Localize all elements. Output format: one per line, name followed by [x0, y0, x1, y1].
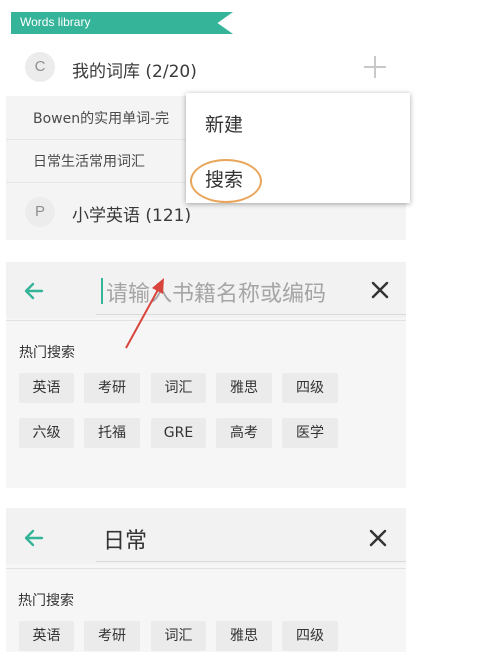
input-underline: [96, 561, 406, 562]
hot-search-chip[interactable]: 词汇: [151, 373, 206, 403]
primary-english-title[interactable]: 小学英语 (121): [72, 201, 191, 226]
close-icon[interactable]: [369, 279, 391, 301]
hot-search-chip[interactable]: 四级: [282, 373, 338, 403]
hot-search-chip[interactable]: GRE: [151, 418, 206, 448]
annotation-arrow: [125, 278, 164, 349]
search-panel-empty: 请输入书籍名称或编码 热门搜索 英语 考研 词汇 雅思 四级 六级 托福 GRE…: [6, 262, 406, 488]
hot-search-chip[interactable]: 雅思: [216, 373, 272, 403]
hot-search-chip[interactable]: 六级: [19, 418, 74, 448]
hot-search-title: 热门搜索: [18, 593, 74, 609]
hot-search-chip[interactable]: 雅思: [216, 621, 272, 651]
hot-search-chip[interactable]: 英语: [19, 373, 74, 403]
my-library-title[interactable]: 我的词库 (2/20): [72, 57, 197, 82]
list-item[interactable]: Bowen的实用单词-完: [33, 108, 181, 128]
search-bar: 请输入书籍名称或编码: [6, 262, 406, 318]
hot-search-chip[interactable]: 医学: [282, 418, 338, 448]
menu-item-new[interactable]: 新建: [205, 110, 243, 137]
plus-icon[interactable]: [364, 56, 386, 78]
words-library-banner: Words library: [11, 12, 233, 34]
hot-search-chip[interactable]: 考研: [84, 373, 140, 403]
hot-search-chip[interactable]: 高考: [216, 418, 272, 448]
back-arrow-icon[interactable]: [22, 526, 46, 550]
hot-search-chip[interactable]: 考研: [84, 621, 140, 651]
banner-label: Words library: [20, 15, 91, 29]
hot-search-chip[interactable]: 托福: [84, 418, 140, 448]
hot-search-chip[interactable]: 词汇: [151, 621, 206, 651]
hot-search-chip[interactable]: 英语: [19, 621, 74, 651]
list-item[interactable]: 日常生活常用词汇: [33, 151, 183, 171]
divider: [6, 320, 406, 321]
overflow-menu: 新建 搜索: [186, 93, 410, 203]
words-library-panel: Words library C 我的词库 (2/20) Bowen的实用单词-完…: [6, 0, 410, 240]
divider: [6, 568, 406, 569]
search-panel-filled: 日常 热门搜索 英语 考研 词汇 雅思 四级: [6, 508, 406, 652]
close-icon[interactable]: [367, 527, 389, 549]
avatar: P: [25, 197, 55, 227]
text-cursor: [101, 278, 103, 304]
search-bar: 日常: [6, 508, 406, 564]
hot-search-title: 热门搜索: [19, 345, 75, 361]
back-arrow-icon[interactable]: [22, 279, 46, 303]
highlight-ring: [190, 159, 262, 203]
search-input[interactable]: 日常: [103, 523, 147, 555]
hot-search-chip[interactable]: 四级: [282, 621, 338, 651]
avatar: C: [25, 52, 55, 82]
